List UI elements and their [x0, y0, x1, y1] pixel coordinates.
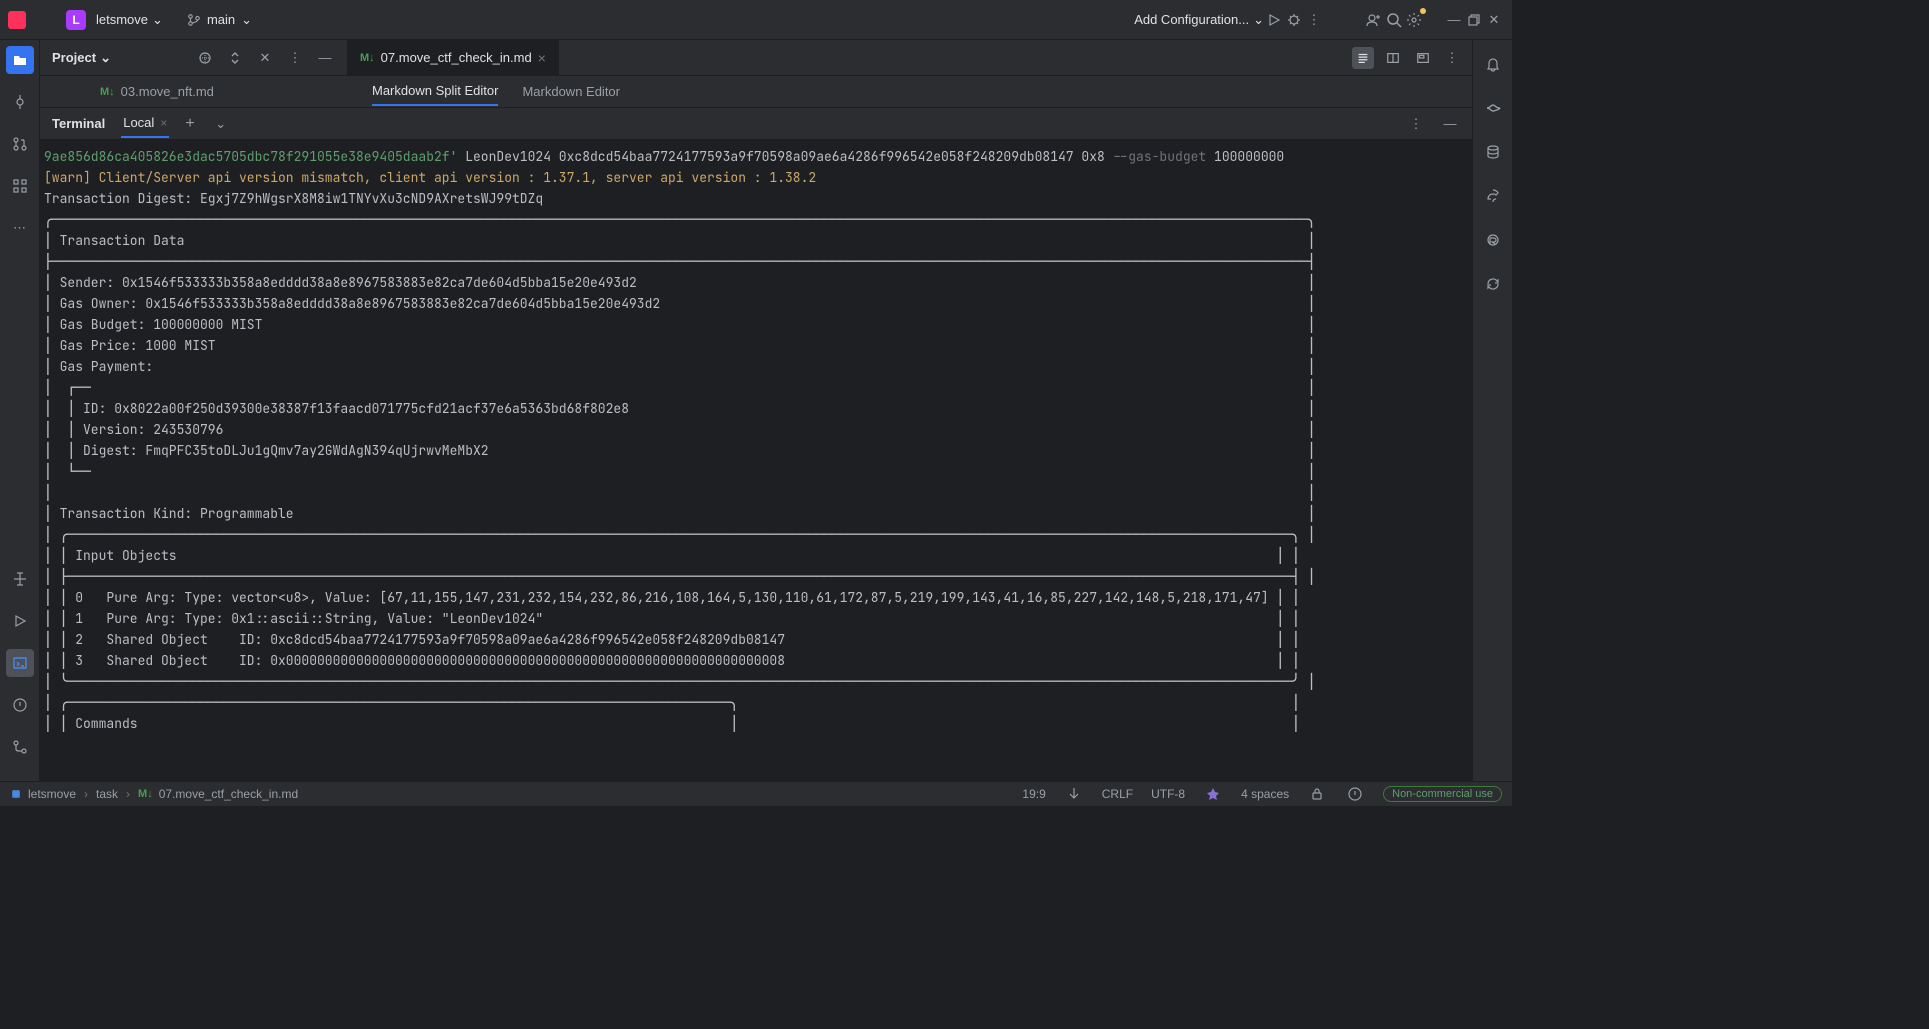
run-button[interactable]: [1264, 10, 1284, 30]
notifications-button[interactable]: [1479, 50, 1507, 78]
markdown-file-icon: M↓: [360, 52, 375, 64]
terminal-title: Terminal: [52, 116, 105, 131]
run-config-label: Add Configuration...: [1134, 12, 1249, 27]
chevron-down-icon: ⌄: [152, 12, 163, 28]
restore-icon[interactable]: [1464, 10, 1484, 30]
markdown-editor-tab[interactable]: Markdown Editor: [522, 78, 620, 105]
module-icon: [10, 788, 22, 800]
readonly-icon[interactable]: [1307, 784, 1327, 804]
session-dropdown-icon[interactable]: ⌄: [211, 114, 231, 134]
caret-position[interactable]: 19:9: [1022, 787, 1045, 801]
debug-button[interactable]: [1284, 10, 1304, 30]
project-selector[interactable]: letsmove ⌄: [96, 12, 163, 28]
terminal-session-tab[interactable]: Local ×: [121, 109, 169, 138]
split-view-button[interactable]: [1382, 47, 1404, 69]
markdown-file-icon: M↓: [100, 86, 115, 98]
chevron-down-icon: ⌄: [100, 50, 111, 66]
panel-options-icon[interactable]: ⋮: [285, 48, 305, 68]
expand-all-icon[interactable]: [225, 48, 245, 68]
new-session-button[interactable]: +: [185, 115, 194, 133]
editor-tab-label: 07.move_ctf_check_in.md: [381, 50, 532, 65]
project-panel-title[interactable]: Project ⌄: [52, 50, 111, 66]
close-session-icon[interactable]: ×: [160, 116, 167, 130]
ai-assistant-button[interactable]: [1479, 94, 1507, 122]
editor-only-view-button[interactable]: [1352, 47, 1374, 69]
vcs-button[interactable]: [6, 733, 34, 761]
breadcrumb-file[interactable]: M↓ 07.move_ctf_check_in.md: [138, 787, 298, 801]
breadcrumb-separator-icon: ›: [126, 787, 130, 801]
terminal-output[interactable]: 9ae856d86ca405826e3dac5705dbc78f291055e3…: [40, 140, 1472, 781]
file-encoding[interactable]: UTF-8: [1151, 787, 1185, 801]
select-opened-file-icon[interactable]: [195, 48, 215, 68]
copilot-icon[interactable]: [1203, 784, 1223, 804]
close-icon[interactable]: ✕: [1484, 10, 1504, 30]
rust-button[interactable]: [1479, 226, 1507, 254]
preview-view-button[interactable]: [1412, 47, 1434, 69]
app-logo-icon: [8, 11, 26, 29]
bookmarks-button[interactable]: [6, 565, 34, 593]
branch-selector[interactable]: main ⌄: [187, 12, 252, 28]
gradle-button[interactable]: [1479, 182, 1507, 210]
sync-button[interactable]: [1479, 270, 1507, 298]
terminal-panel-header: Terminal Local × + ⌄ ⋮ —: [40, 108, 1472, 140]
license-badge[interactable]: Non-commercial use: [1383, 786, 1502, 802]
indent-setting[interactable]: 4 spaces: [1241, 787, 1289, 801]
left-tool-rail: ⋯: [0, 40, 40, 781]
branch-label: main: [207, 12, 235, 27]
right-tool-rail: [1472, 40, 1512, 781]
project-tree-item[interactable]: M↓ 03.move_nft.md: [40, 76, 348, 107]
editor-tab[interactable]: M↓ 07.move_ctf_check_in.md ×: [348, 40, 559, 75]
project-avatar: L: [66, 10, 86, 30]
commit-tool-button[interactable]: [6, 88, 34, 116]
services-button[interactable]: [6, 607, 34, 635]
collaborate-icon[interactable]: [1364, 10, 1384, 30]
status-bar: letsmove › task › M↓ 07.move_ctf_check_i…: [0, 781, 1512, 806]
hide-terminal-icon[interactable]: —: [1440, 114, 1460, 134]
terminal-tool-button[interactable]: [6, 649, 34, 677]
branch-icon: [187, 13, 201, 27]
terminal-options-icon[interactable]: ⋮: [1406, 114, 1426, 134]
markdown-file-icon: M↓: [138, 788, 153, 800]
line-ending-icon[interactable]: [1064, 784, 1084, 804]
line-separator[interactable]: CRLF: [1102, 787, 1133, 801]
breadcrumb-folder[interactable]: task: [96, 787, 118, 801]
problems-button[interactable]: [6, 691, 34, 719]
more-tools-button[interactable]: ⋯: [6, 214, 34, 242]
chevron-down-icon: ⌄: [241, 12, 252, 28]
database-button[interactable]: [1479, 138, 1507, 166]
search-icon[interactable]: [1384, 10, 1404, 30]
markdown-split-editor-tab[interactable]: Markdown Split Editor: [372, 77, 498, 106]
hide-panel-icon[interactable]: —: [315, 48, 335, 68]
breadcrumb-root[interactable]: letsmove: [10, 787, 76, 801]
project-tool-button[interactable]: [6, 46, 34, 74]
project-tree-file-label: 03.move_nft.md: [121, 84, 214, 99]
inspections-icon[interactable]: [1345, 784, 1365, 804]
run-config-selector[interactable]: Add Configuration... ⌄: [1134, 12, 1264, 28]
title-bar: L letsmove ⌄ main ⌄ Add Configuration...…: [0, 0, 1512, 40]
close-tab-icon[interactable]: ×: [538, 50, 546, 66]
settings-icon[interactable]: [1404, 10, 1424, 30]
collapse-all-icon[interactable]: ✕: [255, 48, 275, 68]
main-menu-icon[interactable]: [36, 10, 56, 30]
project-name-label: letsmove: [96, 12, 148, 27]
project-panel-header: Project ⌄ ✕ ⋮ —: [40, 40, 347, 76]
more-actions-icon[interactable]: ⋮: [1304, 10, 1324, 30]
structure-tool-button[interactable]: [6, 172, 34, 200]
editor-more-icon[interactable]: ⋮: [1442, 48, 1462, 68]
pull-requests-button[interactable]: [6, 130, 34, 158]
breadcrumb-separator-icon: ›: [84, 787, 88, 801]
minimize-icon[interactable]: —: [1444, 10, 1464, 30]
chevron-down-icon: ⌄: [1253, 12, 1264, 28]
